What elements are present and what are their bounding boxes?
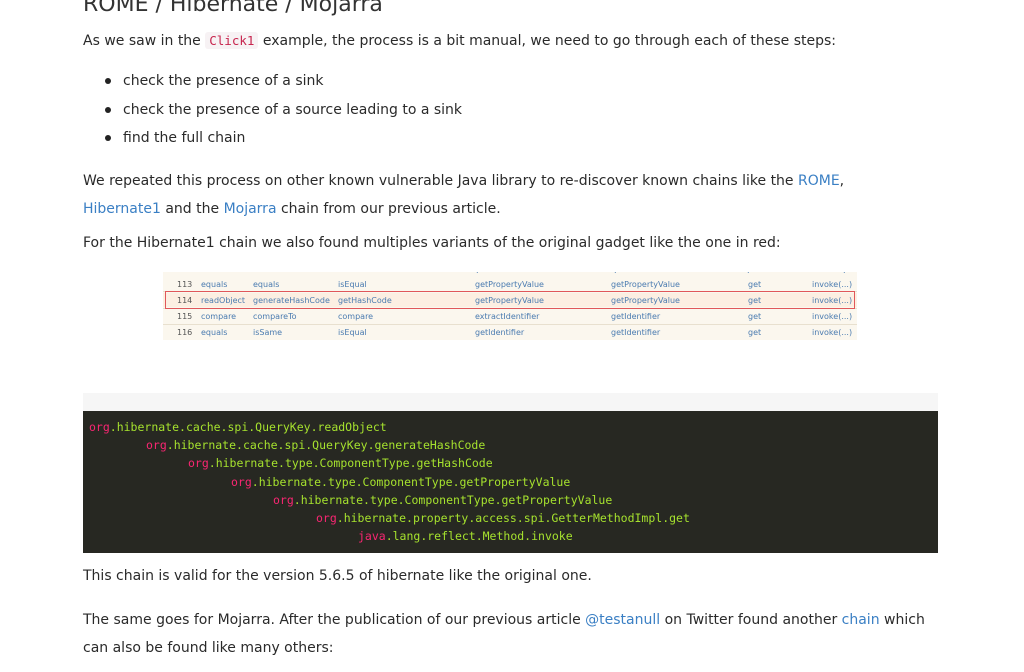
table-cell: equals bbox=[253, 280, 280, 289]
section-heading: ROME / Hibernate / Mojarra bbox=[83, 0, 383, 17]
rome-link[interactable]: ROME bbox=[798, 173, 840, 189]
code-block-header bbox=[83, 393, 938, 411]
code-block[interactable]: org.hibernate.cache.spi.QueryKey.readObj… bbox=[83, 411, 938, 553]
table-cell: invoke(...) bbox=[812, 328, 853, 337]
table-cell: get bbox=[748, 312, 762, 321]
table-cell: compareTo bbox=[253, 312, 297, 321]
table-cell: extractIdentifier bbox=[475, 312, 540, 321]
row-number: 116 bbox=[177, 328, 193, 337]
table-row: 116 equals isSame isEqual getIdentifier … bbox=[163, 325, 857, 339]
table-cell: equals bbox=[201, 328, 228, 337]
table-cell: get bbox=[748, 280, 762, 289]
repeat-text-after: chain from our previous article. bbox=[276, 201, 501, 217]
code-line: org.hibernate.cache.spi.QueryKey.generat… bbox=[146, 438, 486, 452]
code-line: org.hibernate.type.ComponentType.getProp… bbox=[231, 475, 571, 489]
table-row: 115 compare compareTo compare extractIde… bbox=[163, 309, 857, 323]
table-cell: isEqual bbox=[338, 328, 367, 337]
valid-paragraph: This chain is valid for the version 5.6.… bbox=[83, 568, 592, 584]
table-cell: isEqual bbox=[338, 280, 367, 289]
table-cell: invoke(...) bbox=[812, 312, 853, 321]
intro-paragraph: As we saw in the Click1 example, the pro… bbox=[83, 32, 837, 49]
code-line: org.hibernate.type.ComponentType.getProp… bbox=[273, 493, 613, 507]
mojarra-link[interactable]: Mojarra bbox=[224, 201, 277, 217]
variants-table-image: .... 113 equals equals isEqual getProper… bbox=[163, 272, 857, 340]
intro-text-before: As we saw in the bbox=[83, 33, 206, 49]
table-cell: invoke(...) bbox=[812, 280, 853, 289]
intro-text-after: example, the process is a bit manual, we… bbox=[258, 33, 837, 49]
code-line: org.hibernate.property.access.spi.Getter… bbox=[316, 511, 690, 525]
table-cell: getIdentifier bbox=[611, 328, 661, 337]
row-number: 115 bbox=[177, 312, 193, 321]
hibernate1-link[interactable]: Hibernate1 bbox=[83, 201, 161, 217]
table-cell: equals bbox=[201, 280, 228, 289]
mojarra-text-before: The same goes for Mojarra. After the pub… bbox=[83, 612, 586, 628]
steps-list: check the presence of a sink check the p… bbox=[105, 72, 462, 158]
table-cell: getIdentifier bbox=[475, 328, 525, 337]
repeat-paragraph: We repeated this process on other known … bbox=[83, 167, 923, 223]
inline-code-click1: Click1 bbox=[205, 32, 259, 49]
repeat-text-mid: and the bbox=[160, 201, 224, 217]
mojarra-paragraph: The same goes for Mojarra. After the pub… bbox=[83, 606, 933, 662]
list-item: find the full chain bbox=[105, 129, 462, 158]
testanull-link[interactable]: @testanull bbox=[585, 612, 660, 628]
red-highlight-box bbox=[165, 291, 855, 309]
table-cell: getIdentifier bbox=[611, 312, 661, 321]
mojarra-text-mid: on Twitter found another bbox=[660, 612, 842, 628]
code-line: org.hibernate.cache.spi.QueryKey.readObj… bbox=[89, 420, 387, 434]
list-item: check the presence of a sink bbox=[105, 72, 462, 101]
table-cell: getPropertyValue bbox=[611, 280, 680, 289]
table-cell: compare bbox=[338, 312, 374, 321]
table-cell: isSame bbox=[253, 328, 283, 337]
code-line: org.hibernate.type.ComponentType.getHash… bbox=[188, 456, 493, 470]
code-line: java.lang.reflect.Method.invoke bbox=[358, 529, 573, 543]
row-number: 113 bbox=[177, 280, 193, 289]
repeat-text-before: We repeated this process on other known … bbox=[83, 173, 798, 189]
list-item: check the presence of a source leading t… bbox=[105, 101, 462, 130]
variants-paragraph: For the Hibernate1 chain we also found m… bbox=[83, 235, 781, 251]
table-cell: compare bbox=[201, 312, 237, 321]
table-cell: getPropertyValue bbox=[475, 280, 544, 289]
table-cell: get bbox=[748, 328, 762, 337]
table-row: 113 equals equals isEqual getPropertyVal… bbox=[163, 277, 857, 291]
chain-link[interactable]: chain bbox=[842, 612, 880, 628]
repeat-text-sep: , bbox=[839, 173, 845, 189]
